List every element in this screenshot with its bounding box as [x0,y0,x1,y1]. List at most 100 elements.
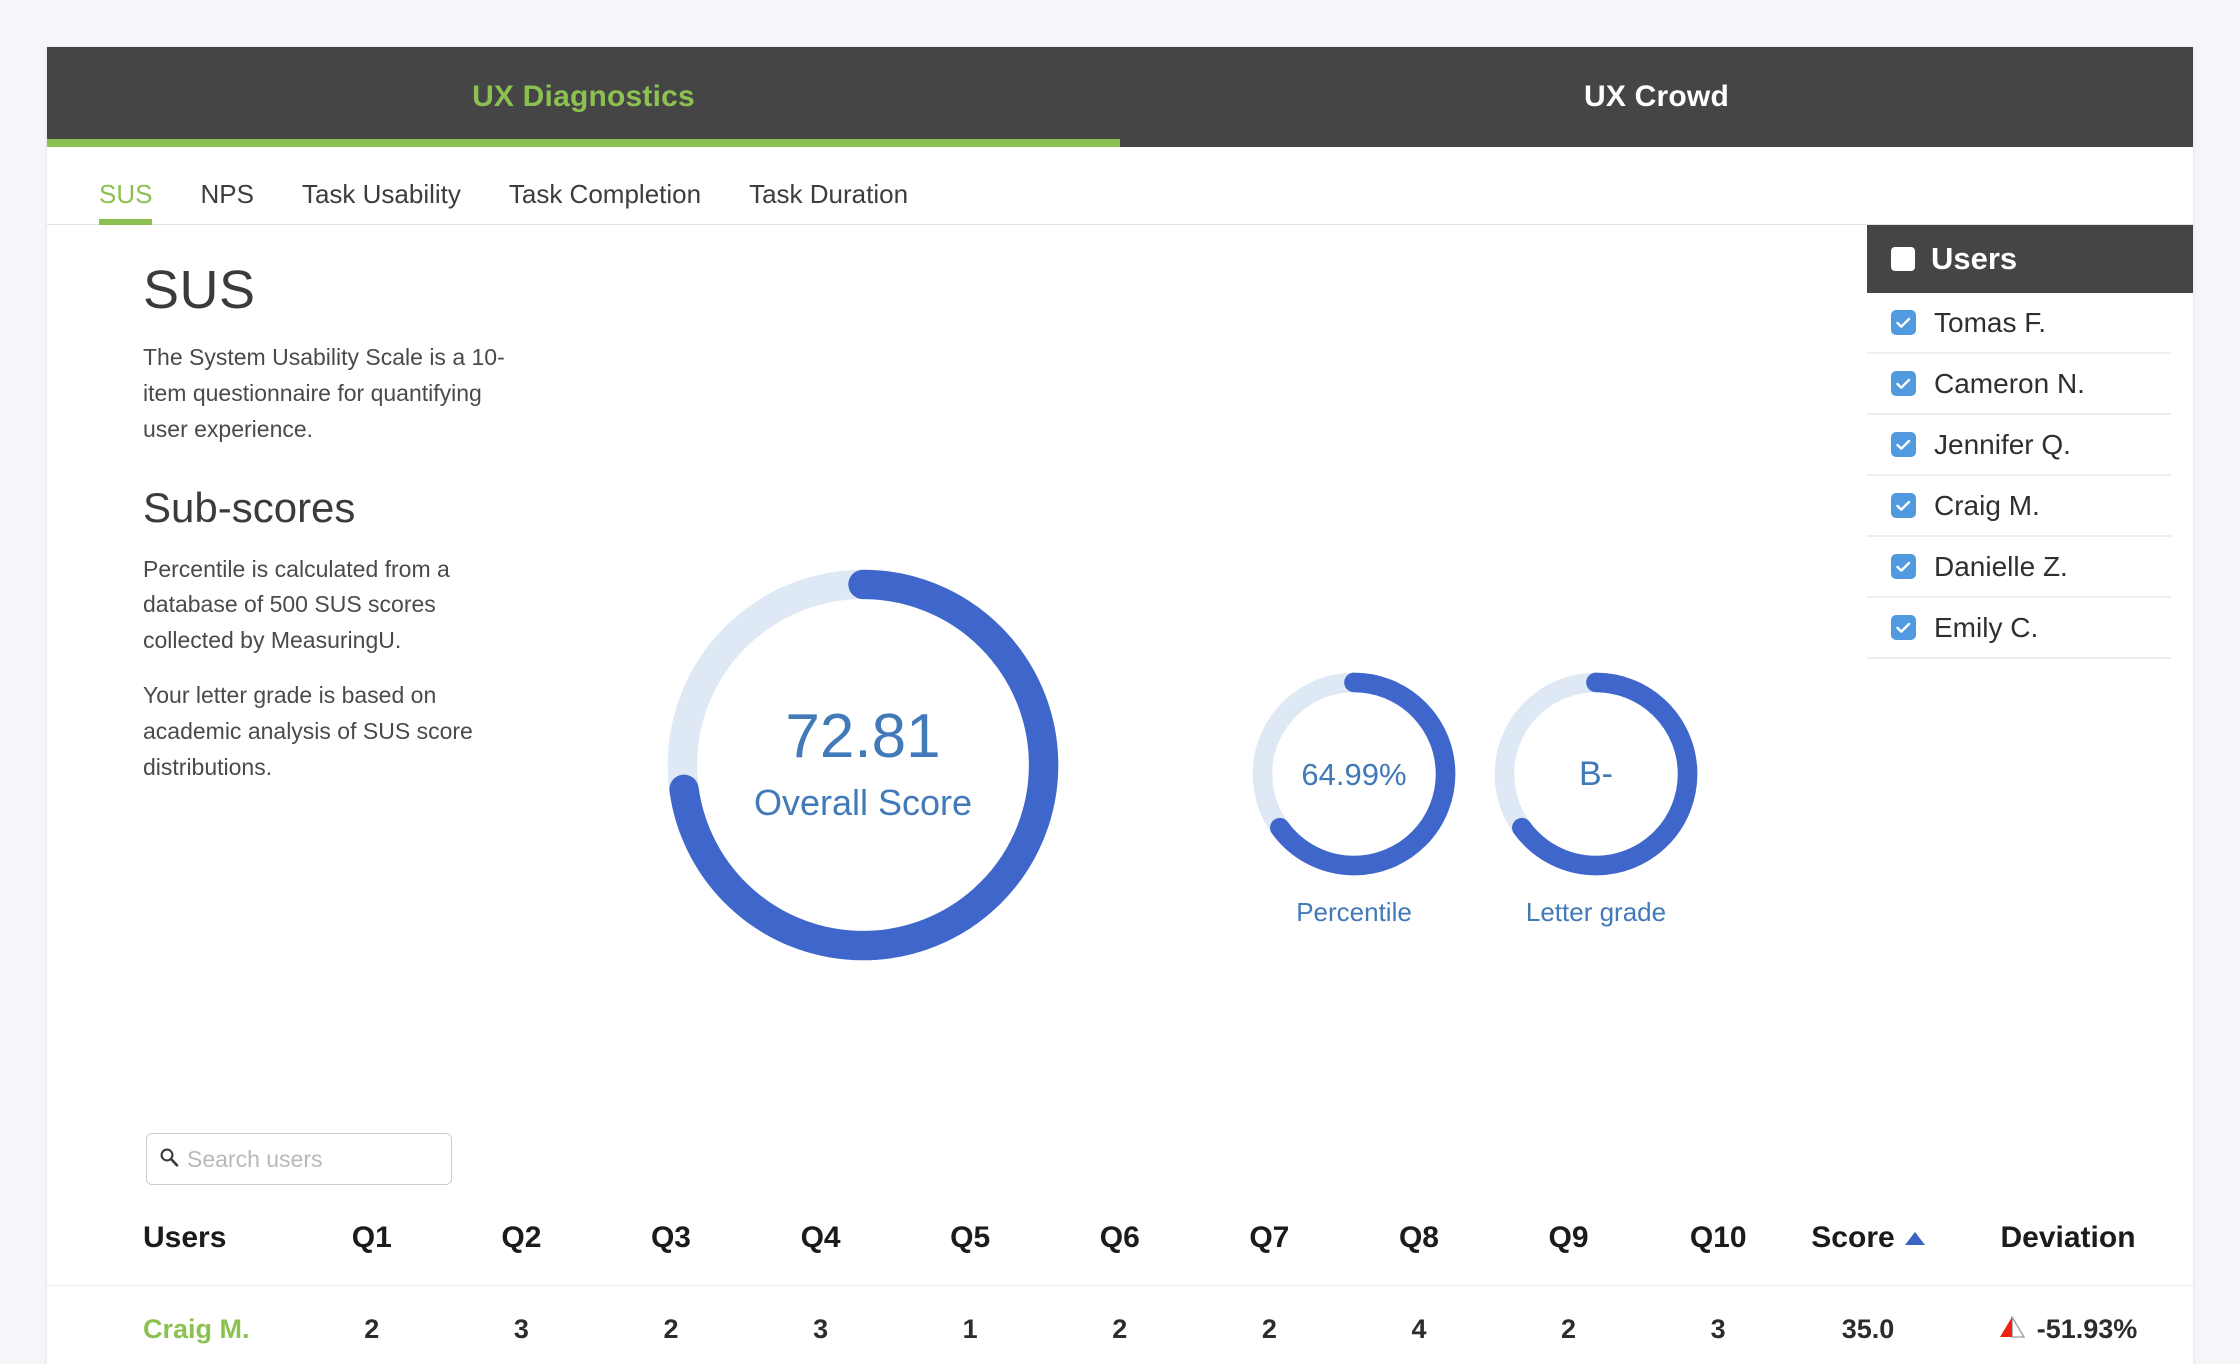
table-cell-q2: 3 [447,1286,597,1364]
letter-grade-gauge-svg [1487,665,1705,883]
percentile-description: Percentile is calculated from a database… [143,552,513,659]
column-header-q6[interactable]: Q6 [1045,1205,1195,1286]
subtab-sus-label: SUS [99,179,152,209]
tab-ux-crowd[interactable]: UX Crowd [1120,47,2193,147]
left-info-column: SUS The System Usability Scale is a 10-i… [143,261,513,785]
column-header-score-label: Score [1811,1221,1894,1254]
column-header-q1[interactable]: Q1 [297,1205,447,1286]
column-header-q3[interactable]: Q3 [596,1205,746,1286]
user-list-item[interactable]: Craig M. [1867,476,2171,537]
column-header-users-label: Users [143,1221,226,1254]
scores-table-wrap: Users Q1 Q2 Q3 Q4 Q5 Q6 Q7 Q8 Q9 Q10 Sco… [47,1205,2193,1364]
page-title: SUS [143,261,513,320]
search-users-box[interactable] [146,1133,452,1185]
scores-table: Users Q1 Q2 Q3 Q4 Q5 Q6 Q7 Q8 Q9 Q10 Sco… [47,1205,2193,1364]
user-name-label: Craig M. [1934,490,2040,522]
letter-grade-gauge: B- Letter grade [1487,665,1705,883]
top-tab-bar: UX Diagnostics UX Crowd [47,47,2193,147]
subtab-task-completion-label: Task Completion [509,179,701,209]
subtab-nps[interactable]: NPS [200,179,253,224]
app-window: UX Diagnostics UX Crowd SUS NPS Task Usa… [47,47,2193,1364]
user-name-label: Cameron N. [1934,368,2085,400]
percentile-gauge: 64.99% Percentile [1245,665,1463,883]
table-cell-q7: 2 [1195,1286,1345,1364]
sort-ascending-icon [1905,1232,1925,1245]
user-checkbox[interactable] [1891,371,1916,396]
column-header-q2-label: Q2 [501,1221,541,1254]
search-icon [159,1147,187,1172]
sub-tab-bar: SUS NPS Task Usability Task Completion T… [47,147,2193,225]
overall-score-gauge-svg [653,555,1073,975]
active-tab-underline [47,139,1120,147]
user-list-item[interactable]: Emily C. [1867,598,2171,659]
table-cell-q9: 2 [1494,1286,1644,1364]
user-name-label: Emily C. [1934,612,2038,644]
column-header-q10[interactable]: Q10 [1643,1205,1793,1286]
table-cell-q1: 2 [297,1286,447,1364]
triangle-down-red-icon [1999,1314,2025,1345]
column-header-q7-label: Q7 [1249,1221,1289,1254]
table-cell-q3: 2 [596,1286,746,1364]
column-header-score[interactable]: Score [1793,1205,1943,1286]
user-name-label: Danielle Z. [1934,551,2068,583]
column-header-users[interactable]: Users [47,1205,297,1286]
sub-scores-heading: Sub-scores [143,485,513,531]
user-checkbox[interactable] [1891,432,1916,457]
users-panel-header[interactable]: Users [1867,225,2193,293]
table-cell-q5: 1 [895,1286,1045,1364]
percentile-gauge-svg [1245,665,1463,883]
column-header-q9[interactable]: Q9 [1494,1205,1644,1286]
subtab-task-usability[interactable]: Task Usability [302,179,461,224]
subtab-task-completion[interactable]: Task Completion [509,179,701,224]
user-list-item[interactable]: Tomas F. [1867,293,2171,354]
column-header-q5[interactable]: Q5 [895,1205,1045,1286]
column-header-q8-label: Q8 [1399,1221,1439,1254]
user-checkbox[interactable] [1891,554,1916,579]
column-header-q1-label: Q1 [352,1221,392,1254]
column-header-deviation[interactable]: Deviation [1943,1205,2193,1286]
user-list-item[interactable]: Cameron N. [1867,354,2171,415]
column-header-q4[interactable]: Q4 [746,1205,896,1286]
percentile-caption: Percentile [1296,897,1412,928]
letter-grade-caption: Letter grade [1526,897,1666,928]
subtab-sus[interactable]: SUS [99,179,152,224]
column-header-q2[interactable]: Q2 [447,1205,597,1286]
content-area: SUS The System Usability Scale is a 10-i… [47,225,2193,1364]
user-checkbox[interactable] [1891,493,1916,518]
table-cell-deviation: -51.93% [1943,1286,2193,1364]
tab-ux-crowd-label: UX Crowd [1584,80,1729,114]
table-cell-user[interactable]: Craig M. [47,1286,297,1364]
table-cell-score: 35.0 [1793,1286,1943,1364]
subtab-task-duration-label: Task Duration [749,179,908,209]
column-header-q3-label: Q3 [651,1221,691,1254]
user-list-item[interactable]: Danielle Z. [1867,537,2171,598]
select-all-users-checkbox[interactable] [1891,247,1915,271]
column-header-q7[interactable]: Q7 [1195,1205,1345,1286]
column-header-q9-label: Q9 [1549,1221,1589,1254]
column-header-q5-label: Q5 [950,1221,990,1254]
subtab-task-duration[interactable]: Task Duration [749,179,908,224]
user-name-label: Tomas F. [1934,307,2046,339]
deviation-value: -51.93% [2037,1314,2138,1345]
users-filter-panel: Users Tomas F. Cameron N. Jennifer Q. Craig… [1867,225,2193,659]
column-header-q6-label: Q6 [1100,1221,1140,1254]
table-header-row: Users Q1 Q2 Q3 Q4 Q5 Q6 Q7 Q8 Q9 Q10 Sco… [47,1205,2193,1286]
user-name-label: Jennifer Q. [1934,429,2071,461]
scores-table-body: Craig M.232312242335.0-51.93%Emily C.343… [47,1286,2193,1364]
user-list-item[interactable]: Jennifer Q. [1867,415,2171,476]
user-checkbox[interactable] [1891,310,1916,335]
scores-table-head: Users Q1 Q2 Q3 Q4 Q5 Q6 Q7 Q8 Q9 Q10 Sco… [47,1205,2193,1286]
users-list: Tomas F. Cameron N. Jennifer Q. Craig M. Dan… [1867,293,2193,659]
column-header-q8[interactable]: Q8 [1344,1205,1494,1286]
letter-grade-description: Your letter grade is based on academic a… [143,678,513,785]
table-cell-q4: 3 [746,1286,896,1364]
column-header-q4-label: Q4 [801,1221,841,1254]
column-header-q10-label: Q10 [1690,1221,1747,1254]
subtab-nps-label: NPS [200,179,253,209]
table-cell-q10: 3 [1643,1286,1793,1364]
tab-ux-diagnostics[interactable]: UX Diagnostics [47,47,1120,147]
table-row: Craig M.232312242335.0-51.93% [47,1286,2193,1364]
table-cell-q6: 2 [1045,1286,1195,1364]
user-checkbox[interactable] [1891,615,1916,640]
search-input[interactable] [187,1146,439,1173]
